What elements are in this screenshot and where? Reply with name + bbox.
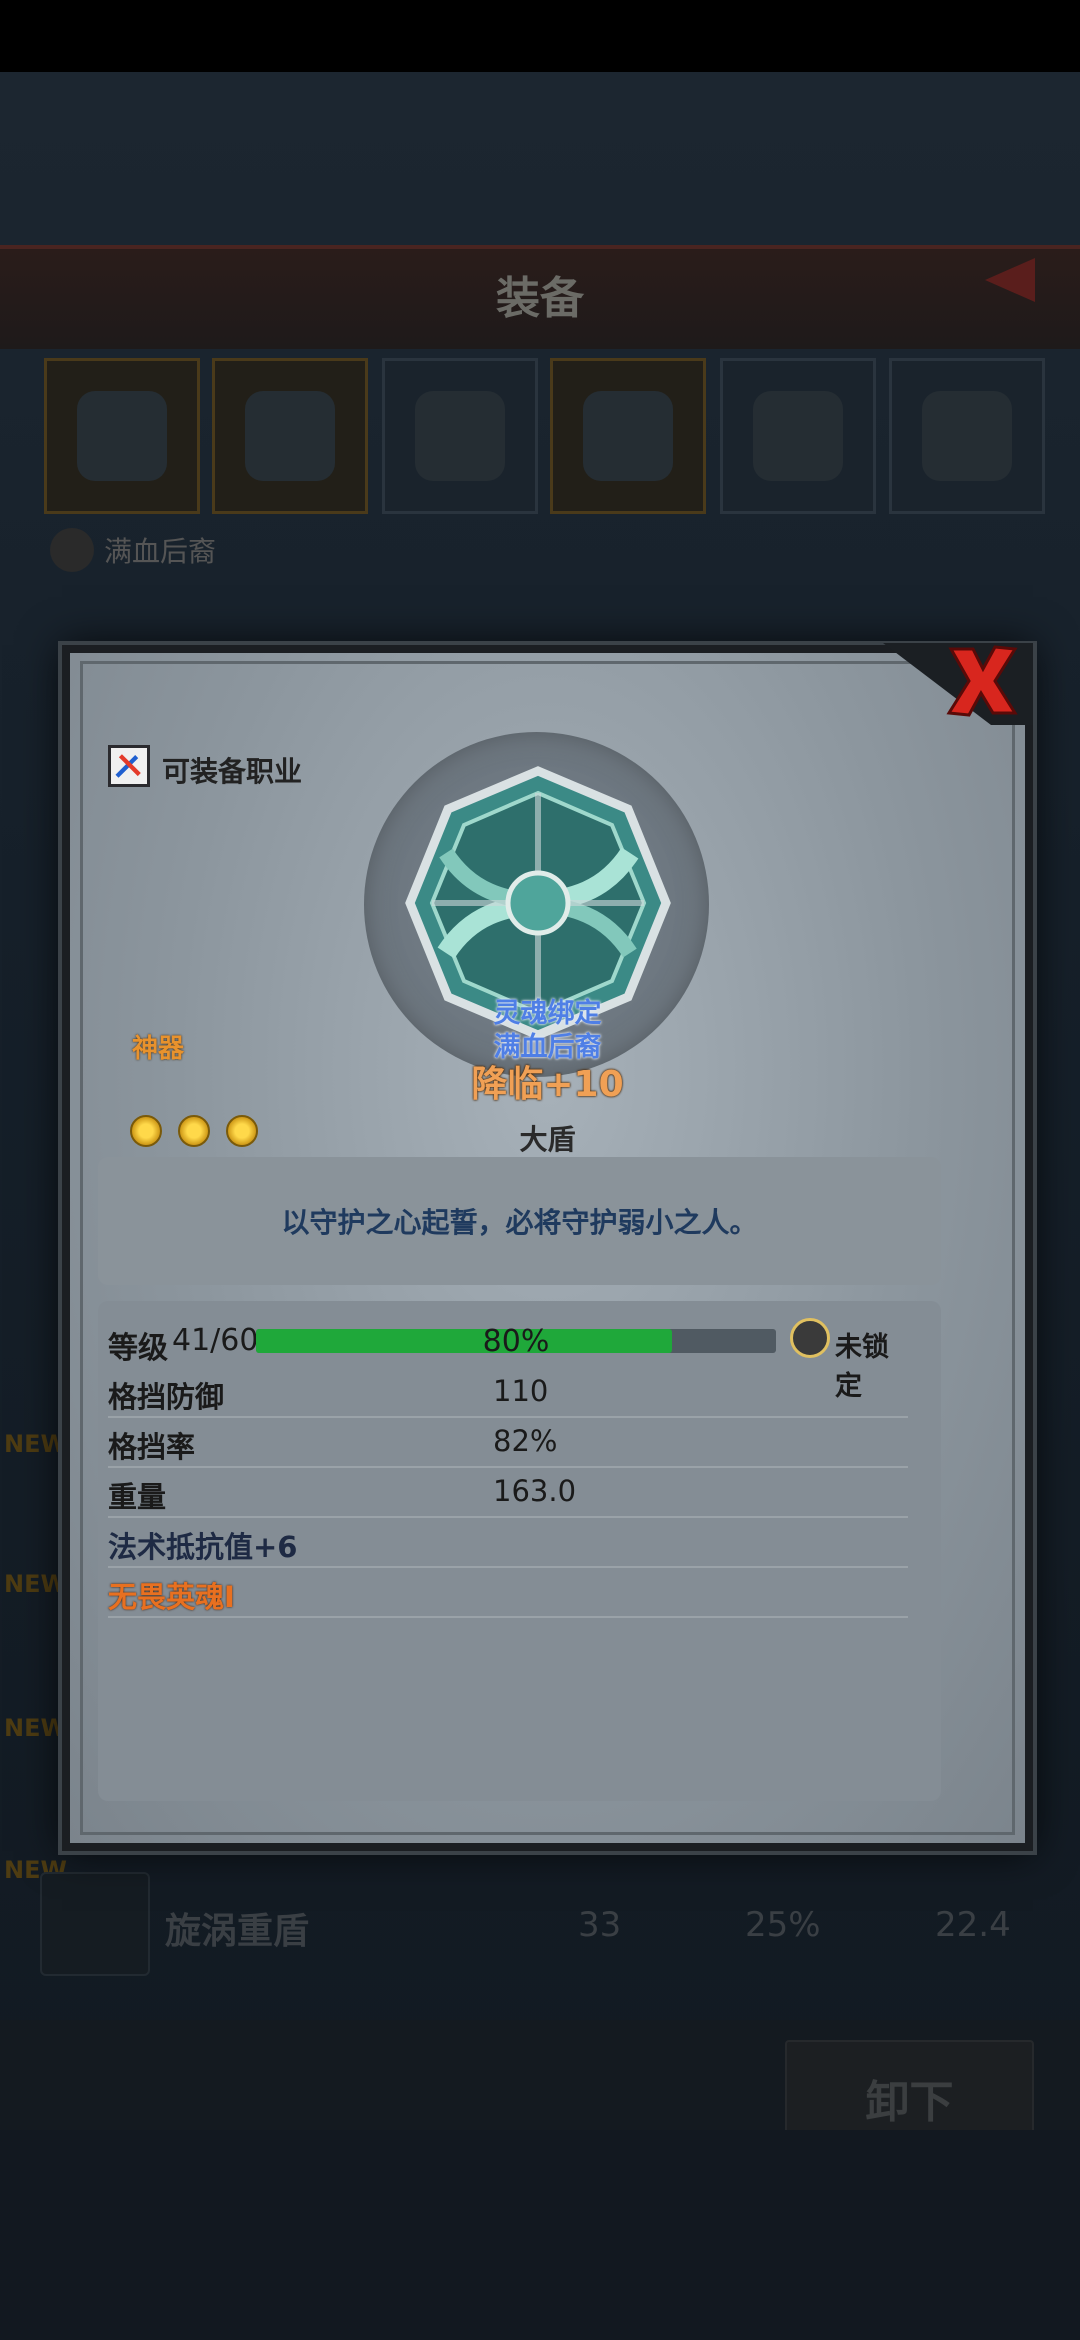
equipment-slot[interactable] (720, 358, 876, 514)
level-label: 等级 (108, 1331, 168, 1366)
status-bar (0, 0, 1080, 72)
new-badge: NEW (4, 1570, 67, 1598)
navigation-area (0, 2130, 1080, 2340)
screen-title: 装备 (496, 273, 584, 324)
stat-label: 法术抵抗值+6 (108, 1530, 298, 1564)
unequip-button[interactable]: 卸下 (785, 2040, 1034, 2144)
level-row: 等级 41/60 80% 未锁定 (108, 1315, 908, 1402)
list-item-weight: 22.4 (935, 1905, 1011, 1945)
armor-icon (245, 391, 335, 481)
equipment-slot[interactable] (550, 358, 706, 514)
ring-icon (922, 391, 1012, 481)
stat-label: 无畏英魂I (108, 1580, 235, 1614)
new-badge: NEW (4, 1714, 67, 1742)
equipment-slot[interactable] (889, 358, 1045, 514)
lock-icon[interactable] (790, 1318, 830, 1358)
equipment-slot[interactable] (44, 358, 200, 514)
job-class-icon[interactable] (108, 745, 150, 787)
leg-armor-icon (583, 391, 673, 481)
stat-row: 格挡防御 110 (108, 1366, 908, 1418)
item-description: 以守护之心起誓，必将守护弱小之人。 (281, 1206, 758, 1239)
stat-value: 82% (493, 1424, 558, 1458)
stat-row: 重量 163.0 (108, 1466, 908, 1518)
gauntlet-icon (77, 391, 167, 481)
item-type: 大盾 (519, 1123, 576, 1156)
new-badge: NEW (4, 1430, 67, 1458)
list-item-rate: 25% (745, 1905, 821, 1945)
boots-icon (753, 391, 843, 481)
equipment-slot[interactable] (382, 358, 538, 514)
close-icon[interactable] (943, 641, 1019, 721)
shield-icon (40, 1872, 150, 1976)
description-panel: 以守护之心起誓，必将守护弱小之人。 (98, 1157, 941, 1285)
owner-name: 满血后裔 (104, 535, 217, 568)
stat-label: 重量 (108, 1480, 167, 1514)
level-progress-bar: 80% (256, 1324, 776, 1359)
equip-class-label[interactable]: 可装备职业 (162, 750, 302, 790)
stat-row: 格挡率 82% (108, 1416, 908, 1468)
item-name: 降临+10 (471, 1064, 624, 1105)
helmet-icon (415, 391, 505, 481)
stat-value: 163.0 (493, 1474, 577, 1508)
stat-row: 法术抵抗值+6 (108, 1516, 908, 1568)
level-value: 41/60 (172, 1323, 259, 1358)
list-item-block: 33 (578, 1905, 622, 1945)
stat-label: 格挡防御 (108, 1380, 225, 1414)
owner-avatar (50, 528, 94, 572)
list-item-name[interactable]: 旋涡重盾 (165, 1902, 309, 1954)
back-arrow-icon[interactable] (985, 258, 1035, 302)
unequip-label: 卸下 (865, 2077, 954, 2128)
stat-row: 无畏英魂I (108, 1566, 908, 1618)
stat-value: 110 (493, 1374, 549, 1408)
level-progress-text: 80% (482, 1324, 550, 1359)
equipment-slot[interactable] (212, 358, 368, 514)
item-detail-dialog: 可装备职业 神器 灵魂绑定 满血后裔 降临+10 大盾 以守护之心起誓，必将守护… (62, 643, 1033, 1851)
stat-label: 格挡率 (108, 1430, 196, 1464)
